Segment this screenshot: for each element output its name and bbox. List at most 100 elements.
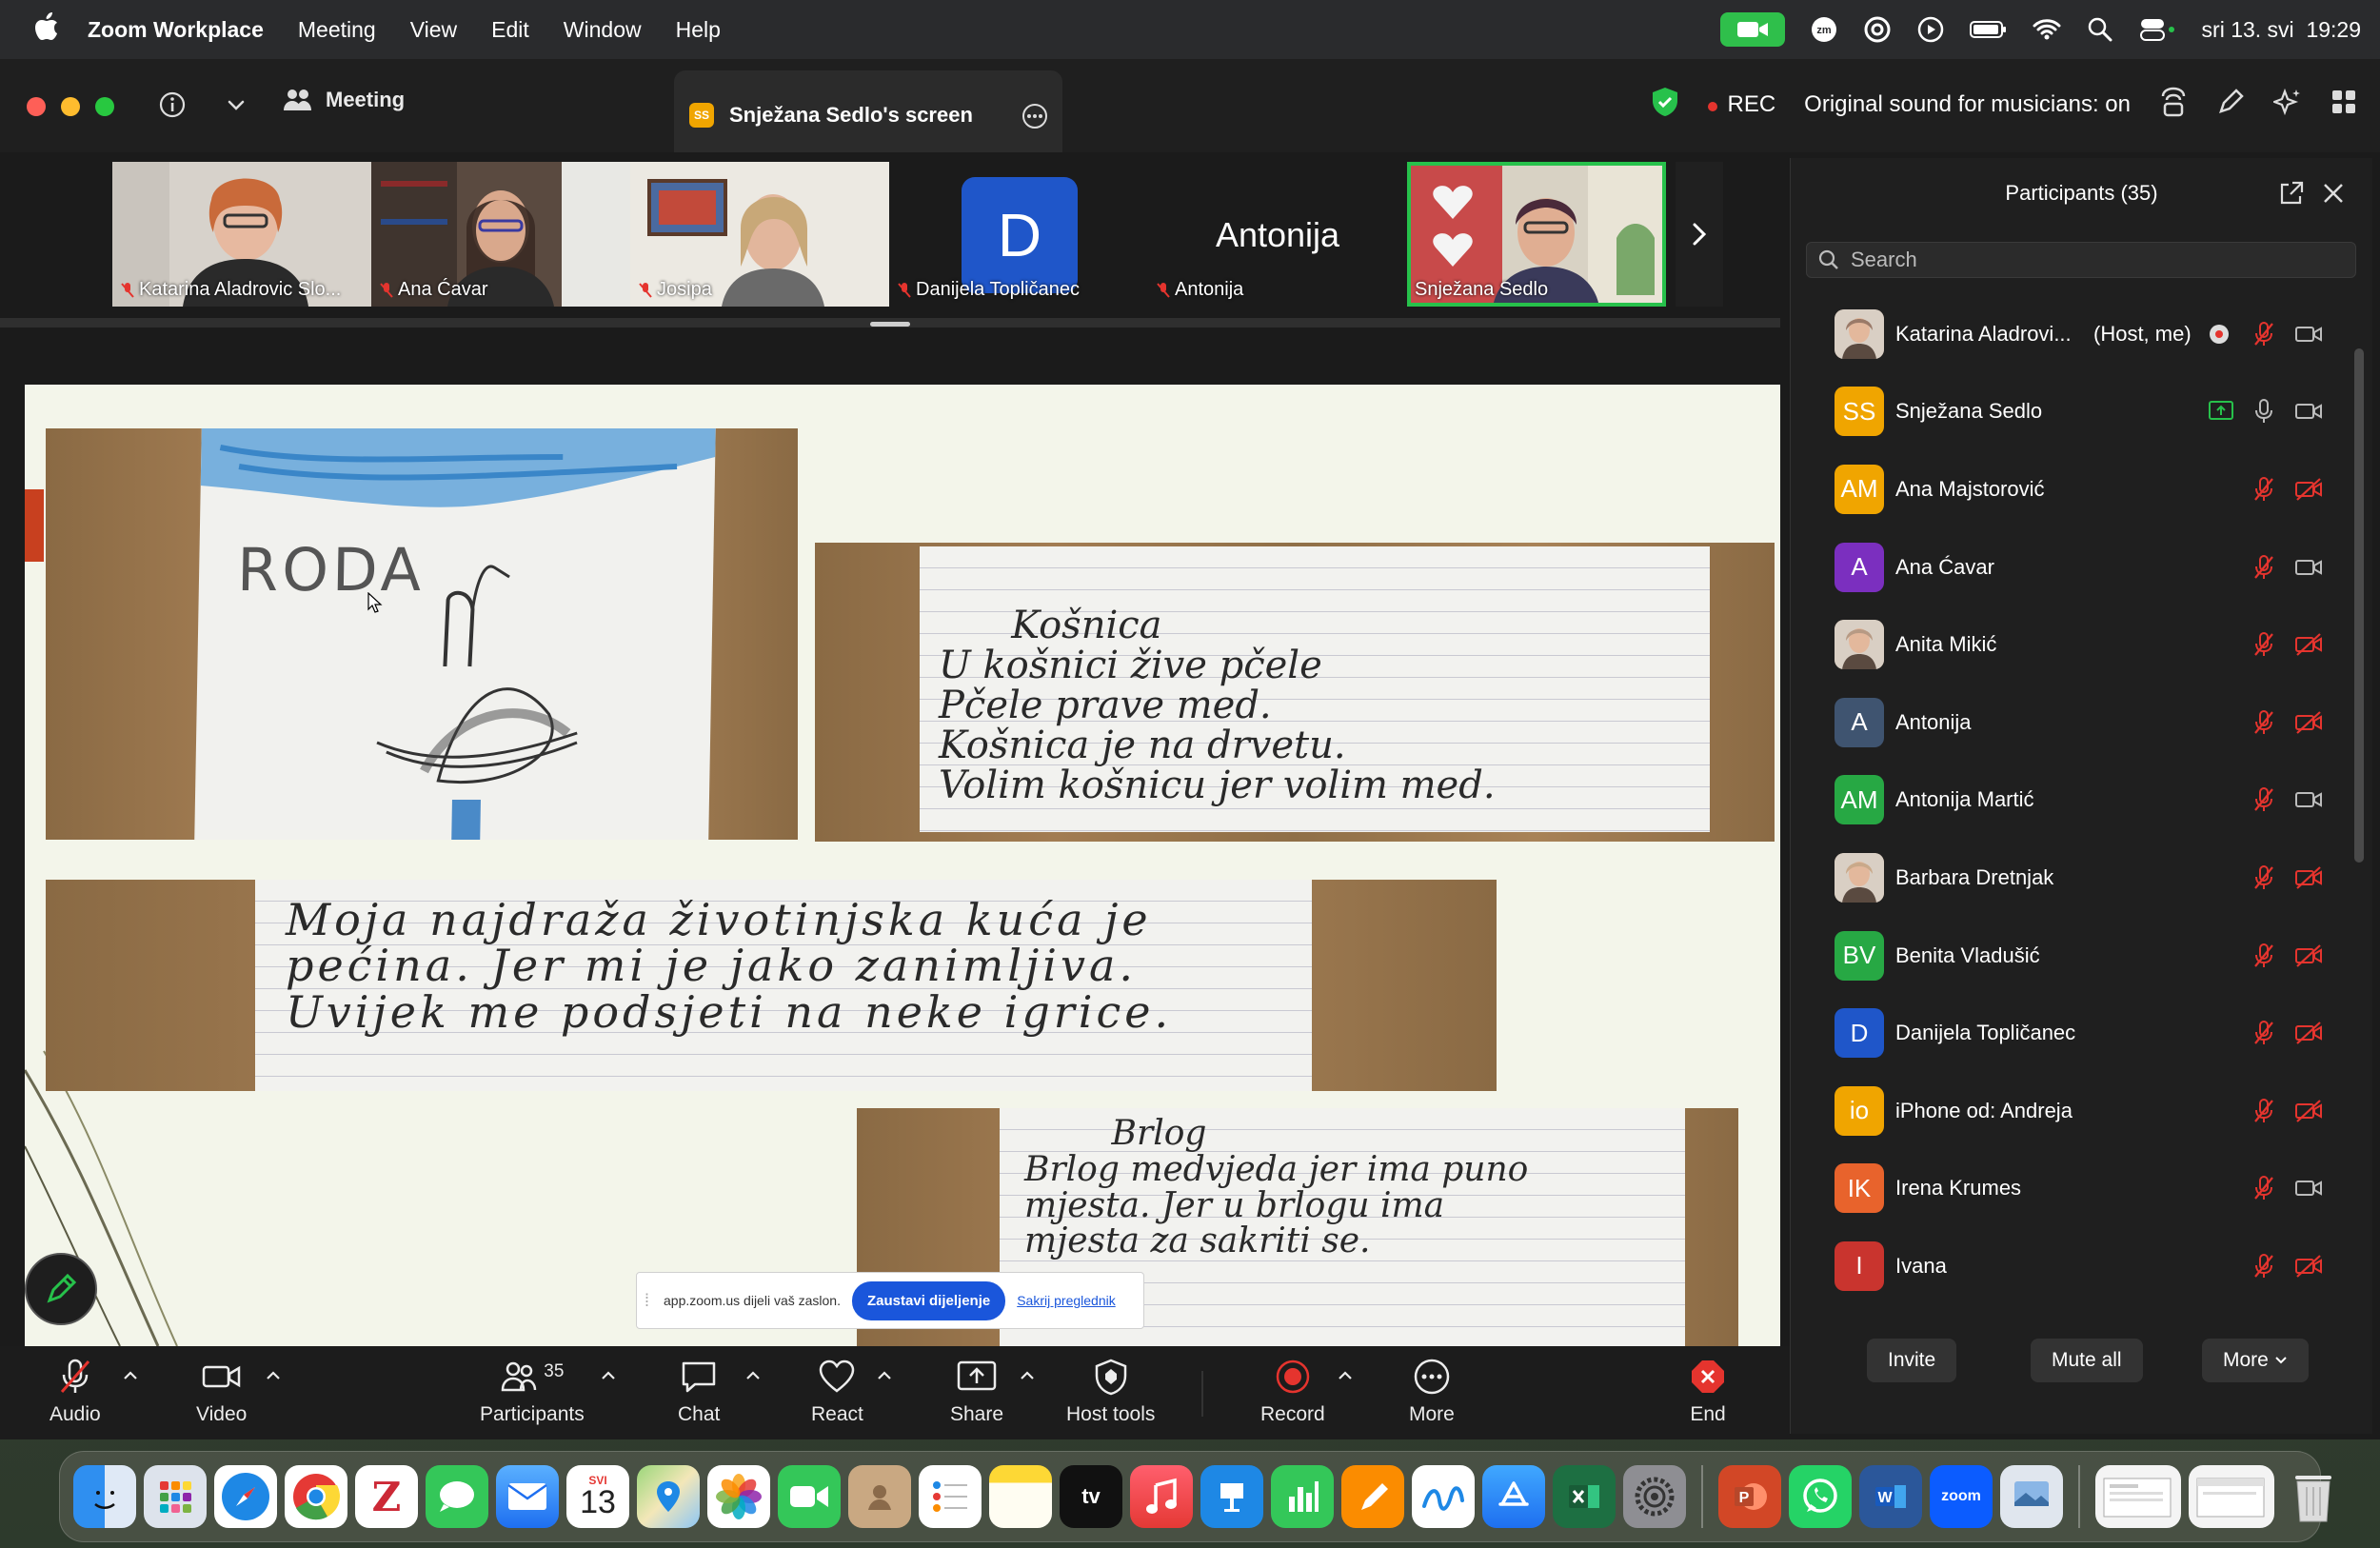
system-settings-icon[interactable]: [1623, 1465, 1686, 1528]
participant-row[interactable]: D Danijela Topličanec: [1791, 994, 2352, 1072]
close-window-button[interactable]: [27, 97, 46, 116]
encryption-shield-icon[interactable]: [1651, 87, 1679, 124]
participants-more-button[interactable]: More: [2202, 1339, 2309, 1382]
mic-muted-icon[interactable]: [2250, 785, 2278, 814]
pop-out-icon[interactable]: [2279, 181, 2304, 206]
annotate-pencil-icon[interactable]: [2216, 88, 2245, 123]
audio-wave-icon[interactable]: [2159, 87, 2188, 124]
mic-muted-icon[interactable]: [2250, 553, 2278, 582]
rec-indicator[interactable]: REC: [1708, 91, 1775, 118]
control-center-icon[interactable]: [2139, 15, 2177, 44]
zm-icon[interactable]: zm: [1810, 15, 1838, 44]
audio-options-caret[interactable]: [120, 1365, 141, 1386]
chat-options-caret[interactable]: [743, 1365, 764, 1386]
word-icon[interactable]: W: [1859, 1465, 1922, 1528]
freeform-icon[interactable]: [1412, 1465, 1475, 1528]
video-camera-icon[interactable]: [2293, 553, 2324, 582]
chevron-down-icon[interactable]: [225, 93, 248, 116]
share-options-caret[interactable]: [1017, 1365, 1038, 1386]
notes-icon[interactable]: [989, 1465, 1052, 1528]
video-tile-ana-cavar[interactable]: Ana Ćavar: [371, 162, 630, 307]
video-tile-snjezana-active-speaker[interactable]: Snježana Sedlo: [1407, 162, 1666, 307]
mic-muted-icon[interactable]: [2250, 1097, 2278, 1125]
invite-button[interactable]: Invite: [1867, 1339, 1957, 1382]
mic-muted-icon[interactable]: [2250, 1252, 2278, 1280]
audio-button[interactable]: Audio: [50, 1358, 101, 1426]
menu-help[interactable]: Help: [676, 17, 721, 43]
mic-muted-icon[interactable]: [2250, 863, 2278, 892]
mic-muted-icon[interactable]: [2250, 942, 2278, 970]
participant-row[interactable]: Katarina Aladrovi... (Host, me): [1791, 295, 2352, 373]
video-off-icon[interactable]: [2293, 1252, 2324, 1280]
contacts-icon[interactable]: [848, 1465, 911, 1528]
mic-muted-icon[interactable]: [2250, 475, 2278, 504]
video-off-icon[interactable]: [2293, 475, 2324, 504]
mic-muted-icon[interactable]: [2250, 320, 2278, 348]
record-button[interactable]: Record: [1260, 1358, 1325, 1426]
original-sound-label[interactable]: Original sound for musicians: on: [1804, 91, 2131, 118]
end-meeting-button[interactable]: End: [1689, 1358, 1727, 1426]
chrome-icon[interactable]: [285, 1465, 347, 1528]
meeting-info-icon[interactable]: [158, 90, 187, 119]
menu-clock[interactable]: sri 13. svi 19:29: [2202, 17, 2361, 43]
participant-row[interactable]: io iPhone od: Andreja: [1791, 1072, 2352, 1150]
zoom-camera-icon[interactable]: [1719, 12, 1785, 47]
participants-options-caret[interactable]: [598, 1365, 619, 1386]
video-tile-katarina[interactable]: Katarina Aladrovic Slo...: [112, 162, 371, 307]
more-options-icon[interactable]: [1021, 102, 1049, 130]
chat-button[interactable]: Chat: [678, 1358, 720, 1426]
finder-icon[interactable]: [73, 1465, 136, 1528]
photos-icon[interactable]: [707, 1465, 770, 1528]
menu-view[interactable]: View: [410, 17, 457, 43]
participant-row[interactable]: I Ivana: [1791, 1227, 2352, 1305]
share-button[interactable]: Share: [950, 1358, 1003, 1426]
minimize-window-button[interactable]: [61, 97, 80, 116]
zoom-window-button[interactable]: [95, 97, 114, 116]
video-camera-icon[interactable]: [2293, 785, 2324, 814]
participant-row[interactable]: IK Irena Krumes: [1791, 1150, 2352, 1228]
participant-row[interactable]: Barbara Dretnjak: [1791, 839, 2352, 917]
mic-muted-icon[interactable]: [2250, 630, 2278, 659]
maps-icon[interactable]: [637, 1465, 700, 1528]
filmstrip-next-button[interactable]: [1676, 162, 1723, 307]
menu-meeting[interactable]: Meeting: [298, 17, 376, 43]
participant-row[interactable]: AM Ana Majstorović: [1791, 450, 2352, 528]
trash-icon[interactable]: [2282, 1465, 2345, 1528]
filmstrip-resize-handle[interactable]: [870, 322, 910, 327]
excel-icon[interactable]: [1553, 1465, 1616, 1528]
video-off-icon[interactable]: [2293, 1097, 2324, 1125]
video-off-icon[interactable]: [2293, 863, 2324, 892]
reminders-icon[interactable]: [919, 1465, 982, 1528]
react-button[interactable]: React: [811, 1358, 863, 1426]
participants-button[interactable]: 35 Participants: [480, 1358, 585, 1426]
apps-grid-icon[interactable]: [2330, 89, 2357, 122]
pages-icon[interactable]: [1341, 1465, 1404, 1528]
mail-icon[interactable]: [496, 1465, 559, 1528]
more-button[interactable]: More: [1409, 1358, 1455, 1426]
mic-muted-icon[interactable]: [2250, 708, 2278, 737]
video-camera-icon[interactable]: [2293, 1174, 2324, 1202]
mic-icon[interactable]: [2250, 397, 2278, 426]
record-options-caret[interactable]: [1335, 1365, 1356, 1386]
participant-row[interactable]: A Antonija: [1791, 684, 2352, 762]
participant-row[interactable]: SS Snježana Sedlo: [1791, 373, 2352, 451]
video-tile-danijela[interactable]: D Danijela Topličanec: [889, 162, 1148, 307]
app-store-icon[interactable]: [1482, 1465, 1545, 1528]
video-off-icon[interactable]: [2293, 630, 2324, 659]
messages-icon[interactable]: [426, 1465, 488, 1528]
calendar-icon[interactable]: SVI 13: [566, 1465, 629, 1528]
music-icon[interactable]: [1130, 1465, 1193, 1528]
zotero-icon[interactable]: Z: [355, 1465, 418, 1528]
spotlight-search-icon[interactable]: [2086, 15, 2114, 44]
host-tools-button[interactable]: Host tools: [1066, 1358, 1155, 1426]
video-button[interactable]: Video: [196, 1358, 247, 1426]
creative-cloud-icon[interactable]: [1863, 15, 1892, 44]
apple-icon[interactable]: [30, 11, 63, 48]
numbers-icon[interactable]: [1271, 1465, 1334, 1528]
video-tile-josipa[interactable]: Josipa: [630, 162, 889, 307]
ai-companion-icon[interactable]: [2271, 88, 2302, 123]
recent-window-icon[interactable]: [2189, 1465, 2274, 1528]
powerpoint-icon[interactable]: P: [1718, 1465, 1781, 1528]
close-panel-icon[interactable]: [2321, 181, 2346, 206]
keynote-icon[interactable]: [1200, 1465, 1263, 1528]
